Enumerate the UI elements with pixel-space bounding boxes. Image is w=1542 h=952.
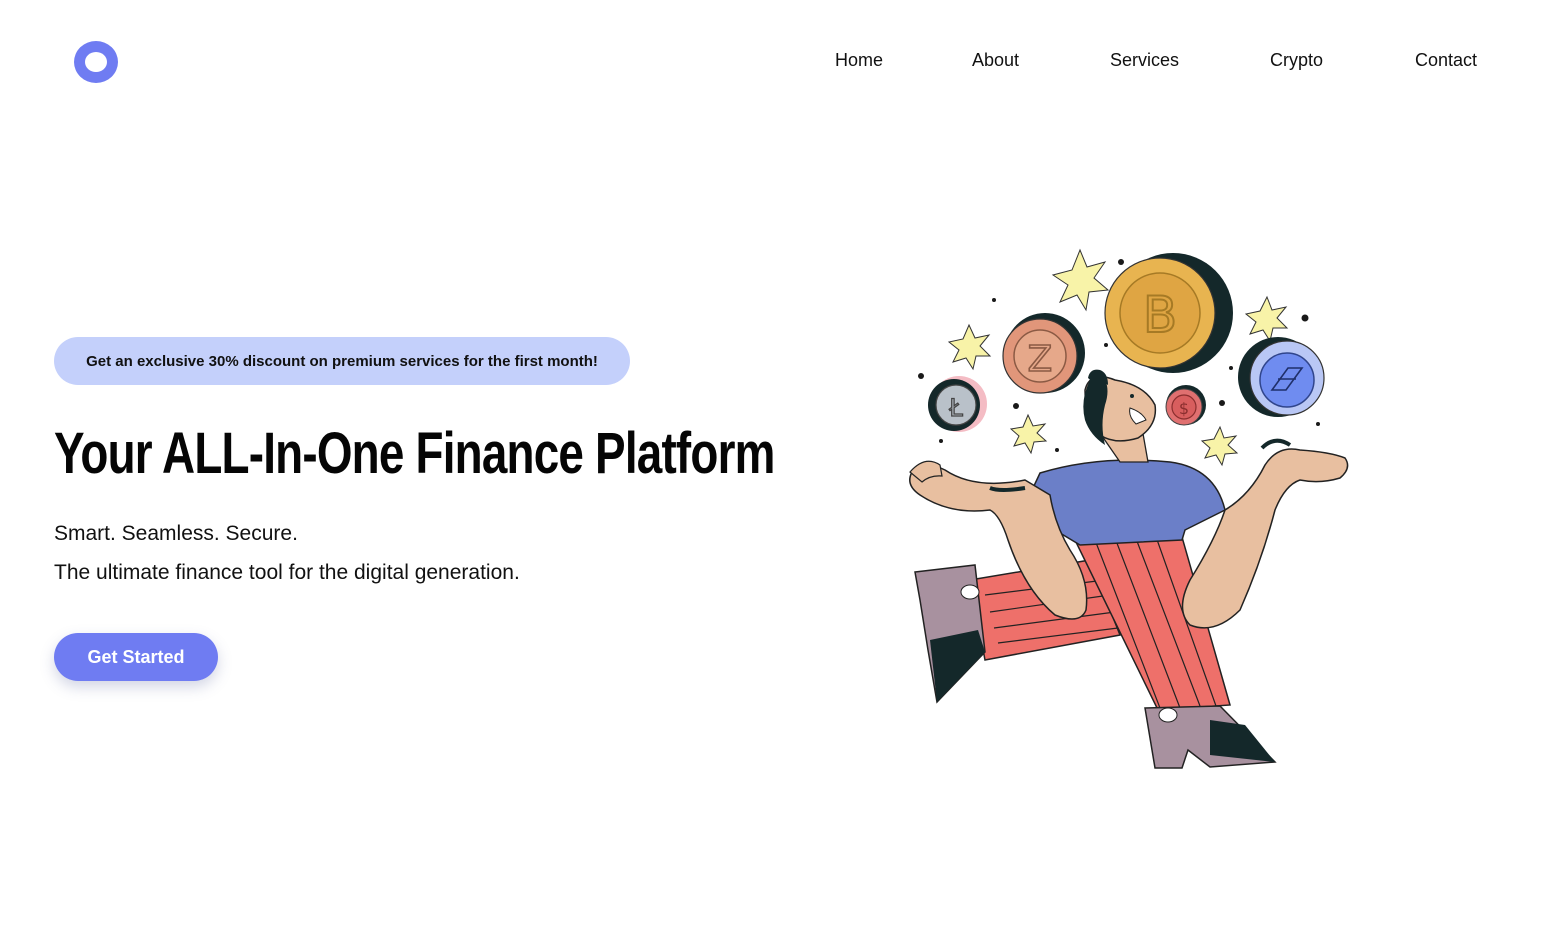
hero-subline: The ultimate finance tool for the digita… [54, 561, 520, 584]
crypto-juggler-illustration: B Z Ł $ [909, 248, 1349, 769]
ring-logo-icon [74, 41, 118, 83]
sparkle-icon [1200, 425, 1239, 467]
zcash-coin-icon: Z [1002, 313, 1085, 394]
svg-text:B: B [1143, 286, 1177, 344]
sparkle-icon [947, 323, 992, 371]
svg-text:Ł: Ł [948, 394, 963, 422]
logo-icon[interactable] [74, 41, 118, 83]
svg-text:Z: Z [1028, 339, 1053, 380]
person-figure [909, 369, 1349, 769]
nav-link-contact[interactable]: Contact [1415, 47, 1477, 73]
svg-text:$: $ [1179, 399, 1189, 418]
nav-link-crypto[interactable]: Crypto [1270, 47, 1323, 73]
hero-tagline: Smart. Seamless. Secure. [54, 522, 298, 545]
sparkle-icon [1009, 413, 1048, 455]
get-started-button[interactable]: Get Started [54, 633, 218, 681]
main-nav: Home About Services Crypto Contact [800, 47, 1520, 73]
dollar-coin-icon: $ [1165, 385, 1206, 426]
nav-link-about[interactable]: About [972, 47, 1019, 73]
bitcoin-coin-icon: B [1104, 253, 1233, 373]
ethereum-coin-icon [1238, 337, 1325, 417]
nav-link-services[interactable]: Services [1110, 47, 1179, 73]
nav-link-home[interactable]: Home [835, 47, 883, 73]
sparkle-icon [1244, 295, 1289, 343]
hero-title: Your ALL-In-One Finance Platform [54, 421, 775, 486]
promo-text: Get an exclusive 30% discount on premium… [86, 352, 598, 370]
litecoin-coin-icon: Ł [928, 376, 987, 432]
sparkle-icon [1051, 248, 1110, 312]
promo-badge: Get an exclusive 30% discount on premium… [54, 337, 630, 385]
landing-page: Home About Services Crypto Contact Get a… [0, 0, 1542, 952]
